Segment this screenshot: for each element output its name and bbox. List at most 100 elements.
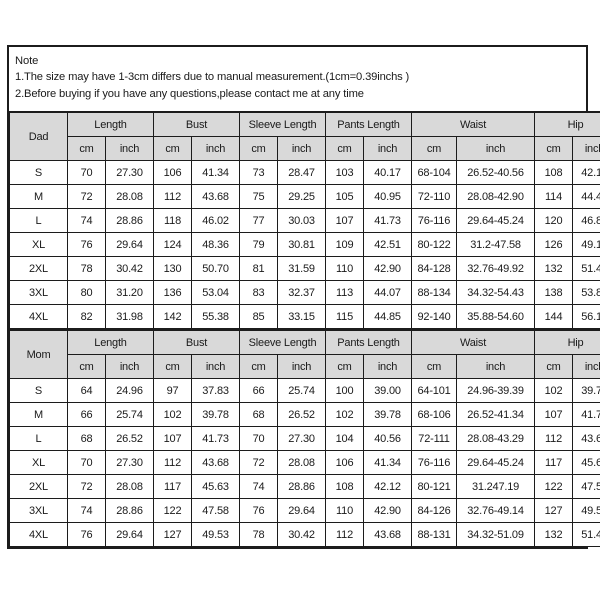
cell-bust-cm: 136: [153, 280, 193, 305]
cell-waist-inch: 35.88-54.60: [456, 304, 536, 329]
cell-bust-inch: 55.38: [191, 304, 241, 329]
cell-hip-cm: 126: [534, 232, 574, 257]
unit-bust-cm: cm: [153, 354, 193, 379]
size-label: 2XL: [9, 256, 68, 281]
table-row: S 64 24.96 97 37.83 66 25.74 100 39.00 64-101 24.9…: [9, 378, 600, 403]
unit-sleeve-inch: inch: [277, 354, 327, 379]
unit-bust-inch: inch: [191, 354, 241, 379]
cell-bust-inch: 37.83: [191, 378, 241, 403]
cell-waist-inch: 34.32-51.09: [456, 522, 536, 547]
cell-sleeve-inch: 28.86: [277, 474, 327, 499]
unit-pants-inch: inch: [363, 354, 413, 379]
cell-sleeve-cm: 76: [239, 498, 279, 523]
table-title-mom: Mom: [9, 329, 68, 379]
cell-length-inch: 28.08: [104, 474, 155, 499]
table-body-mom: S 64 24.96 97 37.83 66 25.74 100 39.00 64-101 24.9…: [9, 378, 600, 547]
cell-length-cm: 76: [67, 232, 106, 257]
cell-waist-cm: 88-134: [411, 280, 458, 305]
col-group-pants-length: Pants Length: [325, 111, 413, 137]
unit-sleeve-inch: inch: [277, 136, 327, 161]
cell-bust-inch: 46.02: [191, 208, 241, 233]
cell-pants-inch: 40.17: [363, 160, 413, 185]
cell-sleeve-inch: 29.25: [277, 184, 327, 209]
cell-waist-inch: 32.76-49.14: [456, 498, 536, 523]
cell-sleeve-inch: 32.37: [277, 280, 327, 305]
cell-hip-inch: 39.78: [572, 378, 600, 403]
note-block: Note 1.The size may have 1-3cm differs d…: [9, 47, 586, 111]
table-row: 3XL 80 31.20 136 53.04 83 32.37 113 44.07 88-134 3…: [9, 280, 600, 305]
cell-pants-cm: 113: [325, 280, 365, 305]
cell-length-inch: 24.96: [104, 378, 155, 403]
cell-hip-cm: 132: [534, 522, 574, 547]
cell-bust-inch: 43.68: [191, 450, 241, 475]
cell-waist-cm: 84-128: [411, 256, 458, 281]
cell-length-cm: 78: [67, 256, 106, 281]
size-table-dad: Dad Length Bust Sleeve Length Pants Leng…: [9, 111, 600, 329]
cell-sleeve-inch: 25.74: [277, 378, 327, 403]
cell-sleeve-cm: 73: [239, 160, 279, 185]
cell-waist-inch: 34.32-54.43: [456, 280, 536, 305]
cell-sleeve-inch: 30.42: [277, 522, 327, 547]
cell-waist-inch: 31.2-47.58: [456, 232, 536, 257]
col-group-bust: Bust: [153, 329, 241, 355]
cell-waist-cm: 72-110: [411, 184, 458, 209]
cell-hip-inch: 41.73: [572, 402, 600, 427]
cell-pants-inch: 39.00: [363, 378, 413, 403]
table-header-units-dad: cm inch cm inch cm inch cm inch cm inch …: [10, 136, 600, 161]
cell-pants-cm: 115: [325, 304, 365, 329]
cell-pants-cm: 109: [325, 232, 365, 257]
col-group-sleeve-length: Sleeve Length: [239, 329, 327, 355]
cell-bust-inch: 41.34: [191, 160, 241, 185]
cell-length-inch: 25.74: [104, 402, 155, 427]
cell-bust-inch: 43.68: [191, 184, 241, 209]
cell-pants-inch: 42.12: [363, 474, 413, 499]
chart-frame: Note 1.The size may have 1-3cm differs d…: [7, 45, 600, 549]
cell-hip-cm: 144: [534, 304, 574, 329]
cell-pants-inch: 42.90: [363, 256, 413, 281]
cell-length-cm: 70: [67, 450, 106, 475]
cell-pants-cm: 107: [325, 208, 365, 233]
cell-sleeve-cm: 66: [239, 378, 279, 403]
cell-hip-inch: 49.14: [572, 232, 600, 257]
cell-hip-cm: 117: [534, 450, 574, 475]
cell-sleeve-inch: 27.30: [277, 426, 327, 451]
cell-length-inch: 27.30: [104, 450, 155, 475]
cell-waist-inch: 26.52-40.56: [456, 160, 536, 185]
cell-pants-inch: 39.78: [363, 402, 413, 427]
cell-bust-cm: 102: [153, 402, 193, 427]
col-group-hip: Hip: [534, 111, 600, 137]
cell-pants-inch: 40.95: [363, 184, 413, 209]
cell-length-inch: 28.86: [104, 208, 155, 233]
table-row: L 74 28.86 118 46.02 77 30.03 107 41.73 76-116 29.…: [9, 208, 600, 233]
cell-bust-cm: 112: [153, 184, 193, 209]
cell-sleeve-cm: 83: [239, 280, 279, 305]
cell-length-inch: 28.86: [104, 498, 155, 523]
cell-length-inch: 31.20: [104, 280, 155, 305]
cell-bust-cm: 130: [153, 256, 193, 281]
table-header-groups-mom: Mom Length Bust Sleeve Length Pants Leng…: [9, 329, 600, 379]
cell-pants-cm: 100: [325, 378, 365, 403]
table-title-dad: Dad: [9, 111, 68, 161]
cell-bust-inch: 41.73: [191, 426, 241, 451]
cell-length-cm: 74: [67, 208, 106, 233]
cell-waist-inch: 24.96-39.39: [456, 378, 536, 403]
cell-pants-inch: 42.90: [363, 498, 413, 523]
size-table-mom: Mom Length Bust Sleeve Length Pants Leng…: [9, 329, 600, 547]
cell-bust-cm: 118: [153, 208, 193, 233]
table-row: L 68 26.52 107 41.73 70 27.30 104 40.56 72-111 28.…: [9, 426, 600, 451]
cell-sleeve-inch: 26.52: [277, 402, 327, 427]
unit-length-cm: cm: [67, 136, 106, 161]
unit-length-inch: inch: [104, 354, 155, 379]
cell-waist-cm: 88-131: [411, 522, 458, 547]
table-row: XL 76 29.64 124 48.36 79 30.81 109 42.51 80-122 31…: [9, 232, 600, 257]
cell-waist-inch: 29.64-45.24: [456, 208, 536, 233]
cell-length-inch: 27.30: [104, 160, 155, 185]
cell-waist-inch: 28.08-43.29: [456, 426, 536, 451]
cell-waist-cm: 68-104: [411, 160, 458, 185]
cell-pants-inch: 40.56: [363, 426, 413, 451]
cell-hip-cm: 122: [534, 474, 574, 499]
cell-pants-inch: 41.73: [363, 208, 413, 233]
size-label: 2XL: [9, 474, 68, 499]
cell-sleeve-inch: 30.03: [277, 208, 327, 233]
cell-length-cm: 70: [67, 160, 106, 185]
